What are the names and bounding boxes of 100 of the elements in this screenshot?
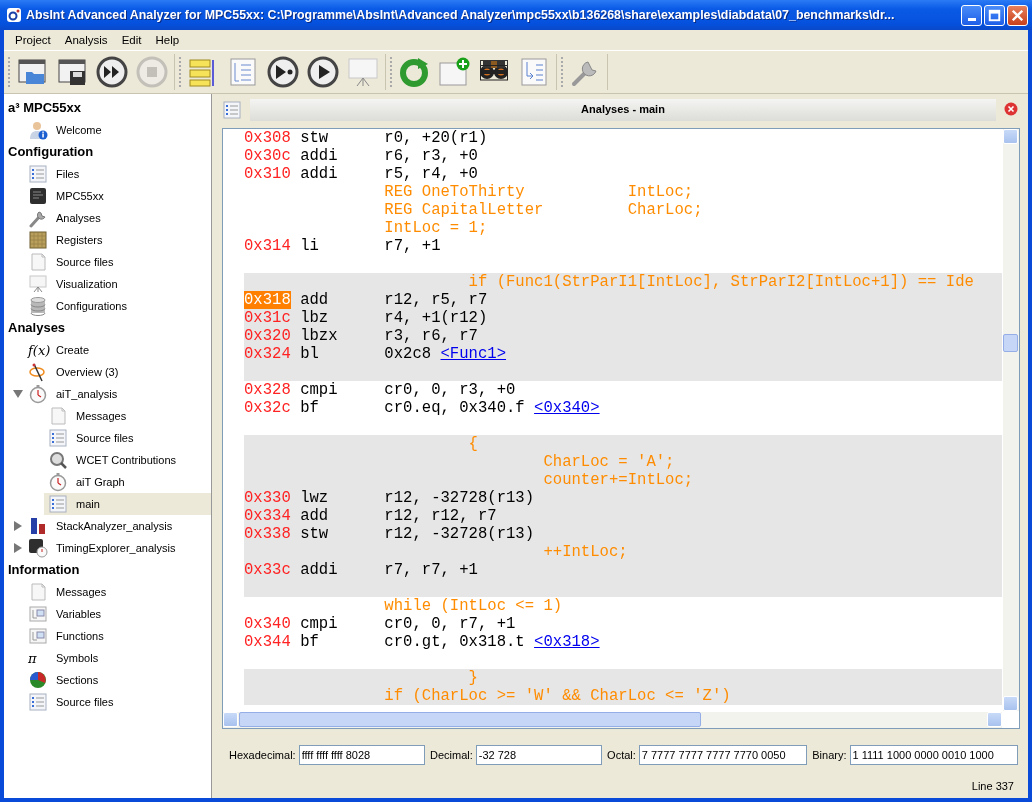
operands: cr0.gt, 0x318.t: [384, 633, 525, 651]
input-field[interactable]: 7 7777 7777 7777 7770 0050: [638, 745, 808, 765]
sidebar-item[interactable]: Messages: [4, 405, 211, 427]
sidebar-item[interactable]: aiT Graph: [4, 471, 211, 493]
table-icon: [28, 626, 48, 646]
toolbar-button[interactable]: [94, 54, 130, 90]
menu-item[interactable]: Edit: [114, 34, 149, 46]
jump-link[interactable]: <0x340>: [534, 399, 600, 417]
jump-link[interactable]: <0x318>: [534, 633, 600, 651]
sidebar-item[interactable]: Configurations: [4, 295, 211, 317]
address[interactable]: 0x30c: [244, 147, 291, 165]
app-logo-icon: [6, 7, 22, 23]
sidebar-item[interactable]: Welcome: [4, 119, 211, 141]
operands: r5, r4, +0: [384, 165, 478, 183]
minimize-button[interactable]: [961, 4, 982, 26]
address[interactable]: 0x344: [244, 633, 291, 651]
expanded-arrow-icon[interactable]: [13, 389, 23, 399]
field-label: Binary:: [812, 749, 847, 761]
sidebar-item[interactable]: Source files: [4, 691, 211, 713]
sidebar-item[interactable]: Overview (3): [4, 361, 211, 383]
input-field[interactable]: ffff ffff ffff 8028: [298, 745, 425, 765]
field-label: Octal:: [607, 749, 636, 761]
checklist-icon: [222, 99, 242, 120]
sidebar-item[interactable]: MPC55xx: [4, 185, 211, 207]
address[interactable]: 0x308: [244, 129, 291, 147]
vertical-scrollbar[interactable]: [1003, 129, 1019, 711]
collapsed-arrow-icon[interactable]: [13, 521, 23, 531]
sidebar-item[interactable]: Functions: [4, 625, 211, 647]
menu-item[interactable]: Help: [148, 34, 187, 46]
sidebar-item[interactable]: Analyses: [4, 207, 211, 229]
section-heading: Analyses: [7, 319, 67, 337]
section-heading: Information: [7, 561, 81, 579]
scroll-right-button[interactable]: [987, 712, 1002, 727]
input-field[interactable]: -32 728: [475, 745, 603, 765]
address[interactable]: 0x32c: [244, 399, 291, 417]
mnemonic: stw: [300, 129, 330, 147]
sidebar-item[interactable]: f(x) Create: [4, 339, 211, 361]
mnemonic: addi: [300, 561, 339, 579]
jump-link[interactable]: <Func1>: [440, 345, 506, 363]
address[interactable]: 0x328: [244, 381, 291, 399]
sidebar-item[interactable]: Variables: [4, 603, 211, 625]
operands: cr0.eq, 0x340.f: [384, 399, 525, 417]
mnemonic: add: [300, 507, 330, 525]
close-icon: [1004, 101, 1018, 116]
chip-icon: [28, 186, 48, 206]
operands: r12, -32728(r13): [384, 525, 535, 543]
floppy-window-icon: [56, 56, 88, 88]
field-label: Decimal:: [429, 749, 473, 761]
panel-title: Analyses - main: [250, 98, 996, 121]
scroll-left-button[interactable]: [223, 712, 238, 727]
sidebar-item[interactable]: Sections: [4, 669, 211, 691]
play-dot-icon: [267, 56, 299, 88]
status-text: Line 337: [971, 780, 1014, 792]
operands: cr0, 0, r7, +1: [384, 615, 516, 633]
sidebar-item[interactable]: Source files: [4, 427, 211, 449]
minimize-icon: [967, 17, 976, 21]
stop-icon: [136, 56, 168, 88]
field-label: Hexadecimal:: [229, 749, 296, 761]
menu-item[interactable]: Project: [8, 34, 58, 46]
sidebar-item[interactable]: TimingExplorer_analysis: [4, 537, 211, 559]
operands: r6, r3, +0: [384, 147, 478, 165]
scroll-thumb[interactable]: [1003, 334, 1018, 352]
operands: cr0, 0, r3, +0: [384, 381, 516, 399]
address[interactable]: 0x314: [244, 237, 291, 255]
chip-clock-icon: [28, 538, 48, 558]
close-button[interactable]: [1007, 4, 1028, 26]
toolbar-button[interactable]: [305, 54, 341, 90]
mnemonic: bf: [300, 633, 320, 651]
sidebar-item[interactable]: Messages: [4, 581, 211, 603]
address[interactable]: 0x340: [244, 615, 291, 633]
mnemonic: add: [300, 291, 330, 309]
maximize-button[interactable]: [984, 4, 1005, 26]
mnemonic: lbzx: [300, 327, 339, 345]
input-field[interactable]: 1 1111 1000 0000 0010 1000: [849, 745, 1018, 765]
checklist-icon: [48, 428, 68, 448]
scroll-down-button[interactable]: [1003, 696, 1018, 711]
scroll-thumb[interactable]: [239, 712, 701, 727]
mnemonic: cmpi: [300, 615, 339, 633]
function-icon: f(x): [28, 342, 48, 358]
mnemonic: addi: [300, 165, 339, 183]
function-icon: π: [28, 650, 48, 666]
sidebar-item[interactable]: Visualization: [4, 273, 211, 295]
scroll-up-button[interactable]: [1003, 129, 1018, 144]
menu-item[interactable]: Analysis: [57, 34, 115, 46]
sidebar-item[interactable]: StackAnalyzer_analysis: [4, 515, 211, 537]
close-button[interactable]: [1004, 101, 1020, 118]
page-icon: [28, 252, 48, 272]
sidebar-item[interactable]: Registers: [4, 229, 211, 251]
collapsed-arrow-icon[interactable]: [13, 543, 23, 553]
pie-chart-icon: [28, 670, 48, 690]
sidebar-item[interactable]: WCET Contributions: [4, 449, 211, 471]
source-line: counter+=IntLoc;: [542, 471, 694, 489]
toolbar-button[interactable]: [265, 54, 301, 90]
address[interactable]: 0x310: [244, 165, 291, 183]
sidebar-item[interactable]: Files: [4, 163, 211, 185]
sidebar-item[interactable]: π Symbols: [4, 647, 211, 669]
horizontal-scrollbar[interactable]: [223, 712, 1002, 728]
sidebar-item[interactable]: main: [44, 493, 211, 515]
sidebar-item[interactable]: Source files: [4, 251, 211, 273]
sidebar-item[interactable]: aiT_analysis: [4, 383, 211, 405]
